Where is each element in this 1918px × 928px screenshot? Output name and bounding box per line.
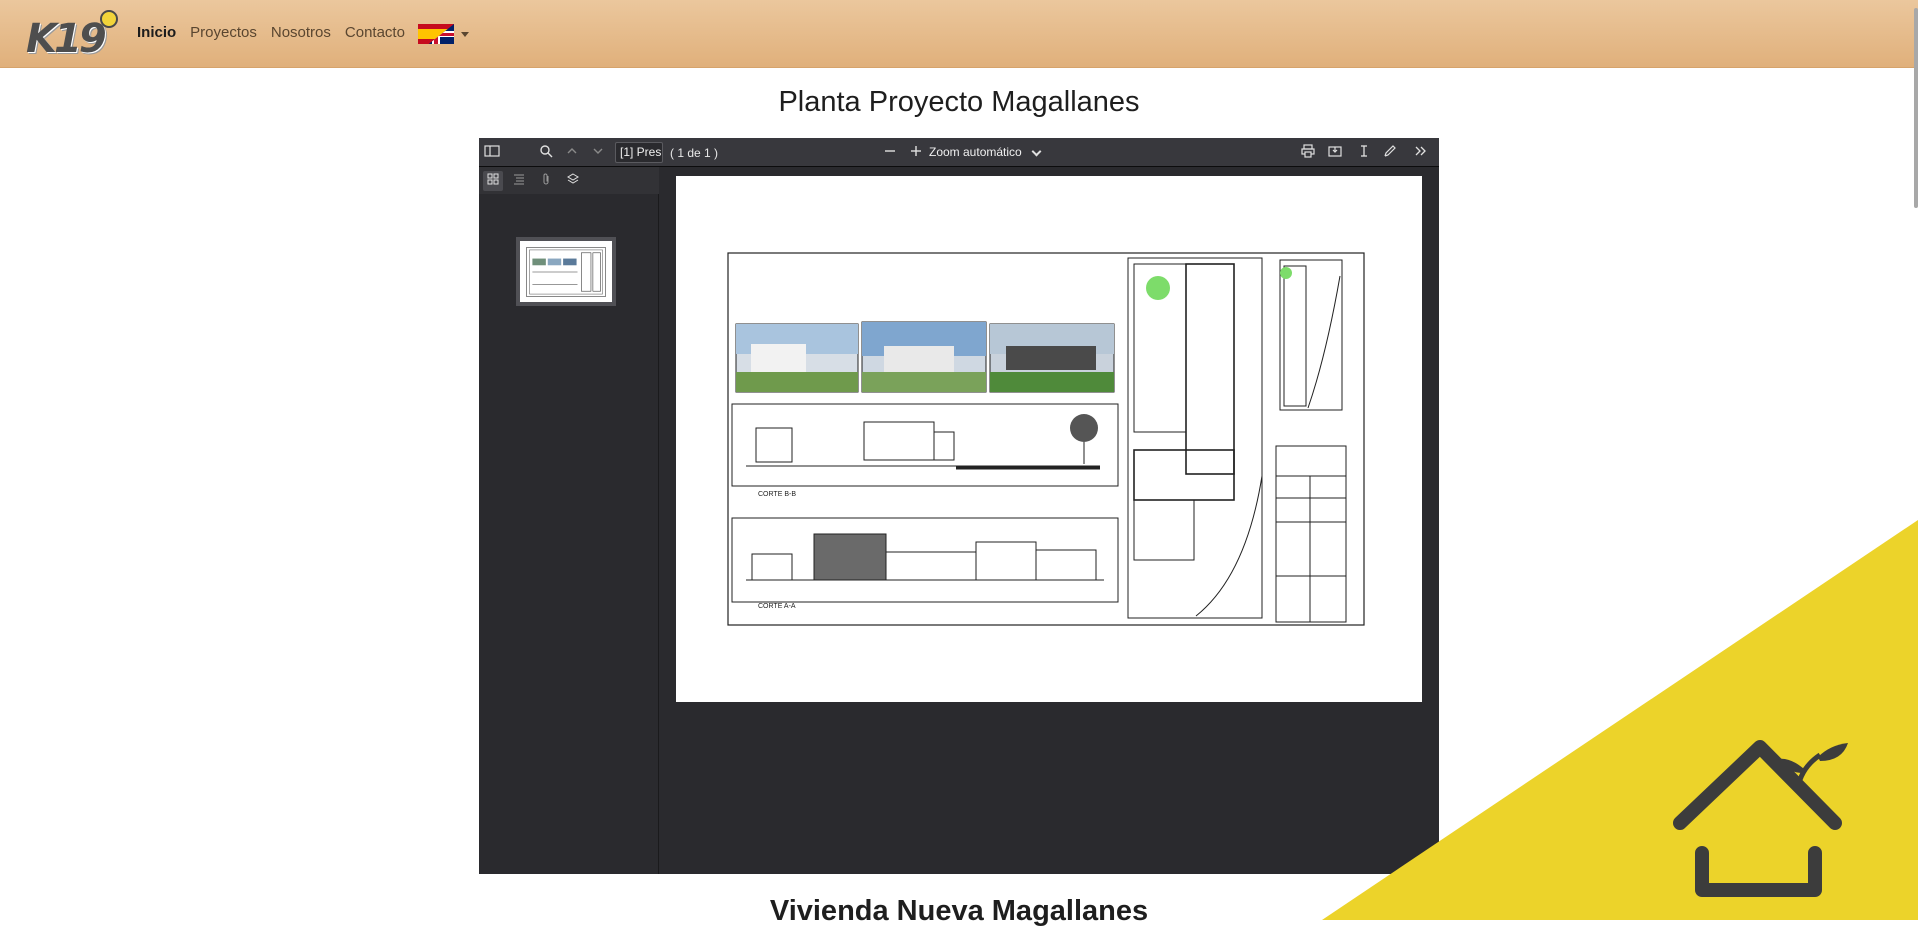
outline-icon[interactable] xyxy=(509,171,529,191)
page-count: ( 1 de 1 ) xyxy=(670,146,719,160)
pdf-page: CORTE B-B CORTE A-A xyxy=(676,176,1422,702)
chevron-down-icon[interactable] xyxy=(589,144,607,162)
language-selector[interactable] xyxy=(418,24,469,44)
house-plant-icon[interactable] xyxy=(1670,735,1850,900)
thumbnails-icon[interactable] xyxy=(483,171,503,191)
pdf-sidebar xyxy=(479,167,659,874)
download-icon[interactable] xyxy=(1326,144,1344,162)
architectural-drawing: CORTE B-B CORTE A-A xyxy=(727,252,1365,626)
sidebar-toggle-icon[interactable] xyxy=(483,144,501,162)
attachments-icon[interactable] xyxy=(536,171,556,191)
nav-links: Inicio Proyectos Nosotros Contacto xyxy=(137,24,419,42)
nav-link-inicio[interactable]: Inicio xyxy=(137,24,176,42)
logo-text: K19 xyxy=(26,16,107,62)
pen-icon[interactable] xyxy=(1381,144,1399,162)
nav-link-proyectos[interactable]: Proyectos xyxy=(190,24,257,42)
layers-icon[interactable] xyxy=(563,171,583,191)
page-number-input[interactable]: [1] Pres xyxy=(615,142,663,163)
search-icon[interactable] xyxy=(537,144,555,162)
nav-link-contacto[interactable]: Contacto xyxy=(345,24,405,42)
text-cursor-icon[interactable] xyxy=(1355,144,1373,162)
pdf-toolbar: [1] Pres ( 1 de 1 ) Zoom automático xyxy=(479,138,1439,167)
zoom-out-icon[interactable] xyxy=(881,144,899,162)
print-icon[interactable] xyxy=(1299,144,1317,162)
caret-down-icon xyxy=(461,31,469,37)
scrollbar-thumb[interactable] xyxy=(1914,8,1918,208)
sidebar-tabs xyxy=(479,167,659,194)
k19-logo[interactable]: K19 xyxy=(26,10,122,62)
page-thumbnail[interactable] xyxy=(516,237,616,306)
section-a-label: CORTE A-A xyxy=(758,603,796,610)
section-b-label: CORTE B-B xyxy=(758,491,796,498)
render-images xyxy=(735,321,1115,393)
spain-uk-flag-icon xyxy=(418,24,454,44)
double-chevron-right-icon[interactable] xyxy=(1411,144,1429,162)
pdf-viewer: [1] Pres ( 1 de 1 ) Zoom automático CORT… xyxy=(479,138,1439,874)
top-navbar: K19 Inicio Proyectos Nosotros Contacto xyxy=(0,0,1918,68)
page-title: Planta Proyecto Magallanes xyxy=(778,86,1140,118)
nav-link-nosotros[interactable]: Nosotros xyxy=(271,24,331,42)
chevron-up-icon[interactable] xyxy=(563,144,581,162)
page-scrollbar[interactable] xyxy=(1912,0,1918,920)
logo-sun-icon xyxy=(100,10,118,28)
